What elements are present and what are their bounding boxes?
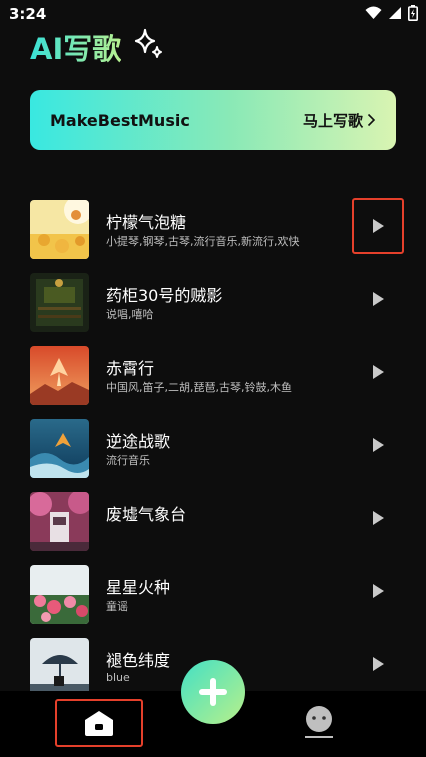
list-item[interactable]: 废墟气象台 (0, 487, 426, 560)
song-cover (30, 492, 89, 551)
song-cover (30, 273, 89, 332)
list-item[interactable]: 星星火种 童谣 (0, 560, 426, 633)
wifi-icon (365, 6, 382, 19)
status-time: 3:24 (9, 5, 47, 23)
song-tags: 流行音乐 (106, 454, 150, 467)
signal-icon (389, 7, 401, 19)
song-title: 药柜30号的贼影 (106, 286, 223, 305)
sparkle-icon (134, 28, 162, 58)
song-tags: 说唱,嘻哈 (106, 308, 154, 321)
song-title: 星星火种 (106, 578, 171, 597)
play-icon (372, 584, 384, 598)
status-icons (365, 5, 418, 21)
play-button[interactable] (352, 636, 404, 692)
play-icon (372, 219, 384, 233)
page-title: AI写歌 (30, 26, 121, 68)
play-button[interactable] (352, 490, 404, 546)
list-item[interactable]: 赤霄行 中国风,笛子,二胡,琵琶,古琴,铃鼓,木鱼 (0, 341, 426, 414)
home-icon (85, 711, 113, 736)
tab-home[interactable] (55, 699, 143, 747)
play-button[interactable] (352, 198, 404, 254)
play-icon (372, 365, 384, 379)
song-title: 褪色纬度 (106, 651, 171, 670)
song-tags: 小提琴,钢琴,古琴,流行音乐,新流行,欢快 (106, 235, 300, 248)
play-icon (372, 657, 384, 671)
profile-icon (305, 706, 333, 738)
song-tags: 中国风,笛子,二胡,琵琶,古琴,铃鼓,木鱼 (106, 381, 292, 394)
play-button[interactable] (352, 271, 404, 327)
chevron-right-icon (367, 113, 376, 127)
song-title: 逆途战歌 (106, 432, 171, 451)
play-icon (372, 292, 384, 306)
song-title: 柠檬气泡糖 (106, 213, 187, 232)
plus-icon (199, 678, 227, 706)
song-cover (30, 638, 89, 697)
play-button[interactable] (352, 563, 404, 619)
list-item[interactable]: 柠檬气泡糖 小提琴,钢琴,古琴,流行音乐,新流行,欢快 (0, 195, 426, 268)
play-icon (372, 511, 384, 525)
list-item[interactable]: 药柜30号的贼影 说唱,嘻哈 (0, 268, 426, 341)
write-song-label: 马上写歌 (302, 111, 363, 130)
song-cover (30, 200, 89, 259)
play-button[interactable] (352, 417, 404, 473)
play-button[interactable] (352, 344, 404, 400)
song-tags: 童谣 (106, 600, 128, 613)
song-cover (30, 346, 89, 405)
song-title: 废墟气象台 (106, 505, 187, 524)
write-song-button[interactable]: 马上写歌 (303, 110, 376, 131)
add-song-button[interactable] (181, 660, 245, 724)
tab-profile[interactable] (302, 705, 336, 741)
song-cover (30, 419, 89, 478)
play-icon (372, 438, 384, 452)
song-title: 赤霄行 (106, 359, 155, 378)
song-cover (30, 565, 89, 624)
list-item[interactable]: 逆途战歌 流行音乐 (0, 414, 426, 487)
song-list: 柠檬气泡糖 小提琴,钢琴,古琴,流行音乐,新流行,欢快 药柜30号的贼影 说唱,… (0, 195, 426, 706)
song-tags: blue (106, 671, 130, 684)
write-song-banner[interactable]: MakeBestMusic 马上写歌 (30, 90, 396, 150)
banner-brand: MakeBestMusic (50, 110, 190, 130)
battery-icon (408, 5, 418, 21)
